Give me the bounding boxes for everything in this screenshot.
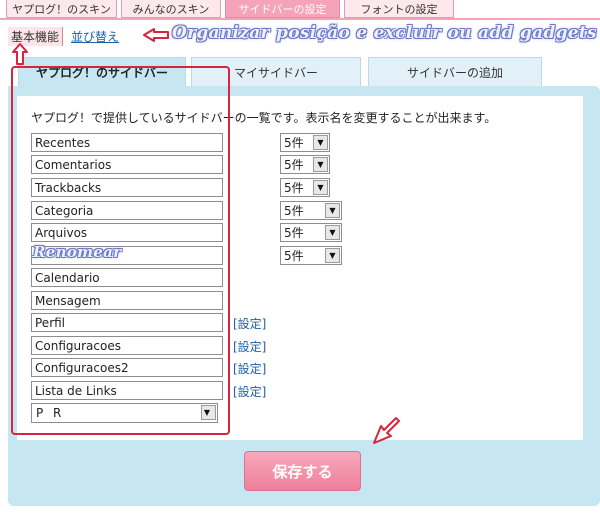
sidebar-name-input[interactable] — [31, 381, 223, 400]
count-select-value: 5件 — [284, 158, 304, 172]
chevron-down-icon: ▼ — [313, 180, 328, 195]
count-select[interactable]: 5件 ▼ — [280, 178, 330, 197]
count-select-value: 5件 — [284, 249, 304, 263]
count-select-value: 5件 — [284, 181, 304, 195]
pr-select[interactable]: P R ▼ — [31, 403, 218, 423]
sidebar-name-input[interactable] — [31, 291, 223, 310]
settings-link[interactable]: [設定] — [233, 360, 266, 377]
tab-add-sidebar[interactable]: サイドバーの追加 — [368, 57, 542, 87]
subnav-basic-features[interactable]: 基本機能 — [8, 27, 64, 46]
subnav-reorder-link[interactable]: 並び替え — [71, 28, 119, 45]
subnav: 基本機能 並び替え — [8, 27, 119, 46]
sidebar-name-input[interactable] — [31, 133, 223, 152]
chevron-down-icon: ▼ — [325, 225, 340, 240]
chevron-down-icon: ▼ — [201, 405, 216, 420]
tab-everyone-skin[interactable]: みんなのスキン — [121, 0, 221, 18]
tab-font-settings[interactable]: フォントの設定 — [344, 0, 454, 18]
top-tab-bar: ヤプログ！のスキン みんなのスキン サイドバーの設定 フォントの設定 — [6, 0, 458, 18]
sidebar-name-input[interactable] — [31, 336, 223, 355]
settings-link[interactable]: [設定] — [233, 383, 266, 400]
chevron-down-icon: ▼ — [313, 135, 328, 150]
tab-yaplog-skin[interactable]: ヤプログ！のスキン — [6, 0, 117, 18]
sidebar-name-input[interactable] — [31, 201, 223, 220]
pr-select-value: P R — [36, 406, 65, 420]
settings-link[interactable]: [設定] — [233, 338, 266, 355]
sidebar-name-input[interactable] — [31, 178, 223, 197]
count-select[interactable]: 5件 ▼ — [280, 155, 330, 174]
sidebar-name-input[interactable] — [31, 268, 223, 287]
annotation-rename: Renomear — [33, 243, 122, 261]
annotation-organize: Organizar posição e excluir ou add gadge… — [172, 23, 597, 43]
tab-sidebar-settings[interactable]: サイドバーの設定 — [225, 0, 340, 18]
sidebar-name-input[interactable] — [31, 155, 223, 174]
count-select[interactable]: 5件 ▼ — [280, 246, 342, 265]
count-select-value: 5件 — [284, 136, 304, 150]
chevron-down-icon: ▼ — [325, 203, 340, 218]
description-text: ヤプログ！で提供しているサイドバーの一覧です。表示名を変更することが出来ます。 — [31, 111, 497, 125]
count-select[interactable]: 5件 ▼ — [280, 201, 342, 220]
count-select-value: 5件 — [284, 226, 304, 240]
tab-yaplog-sidebar[interactable]: ヤプログ！のサイドバー — [18, 57, 186, 87]
count-select-value: 5件 — [284, 204, 304, 218]
count-select[interactable]: 5件 ▼ — [280, 223, 342, 242]
arrow-left-icon — [143, 28, 169, 42]
sidebar-name-input[interactable] — [31, 358, 223, 377]
settings-link[interactable]: [設定] — [233, 315, 266, 332]
tab-my-sidebar[interactable]: マイサイドバー — [191, 57, 361, 87]
save-button[interactable]: 保存する — [244, 451, 361, 491]
sidebar-name-input[interactable] — [31, 313, 223, 332]
count-select[interactable]: 5件 ▼ — [280, 133, 330, 152]
top-divider — [0, 18, 600, 20]
chevron-down-icon: ▼ — [325, 248, 340, 263]
sidebar-name-input[interactable] — [31, 223, 223, 242]
chevron-down-icon: ▼ — [313, 157, 328, 172]
